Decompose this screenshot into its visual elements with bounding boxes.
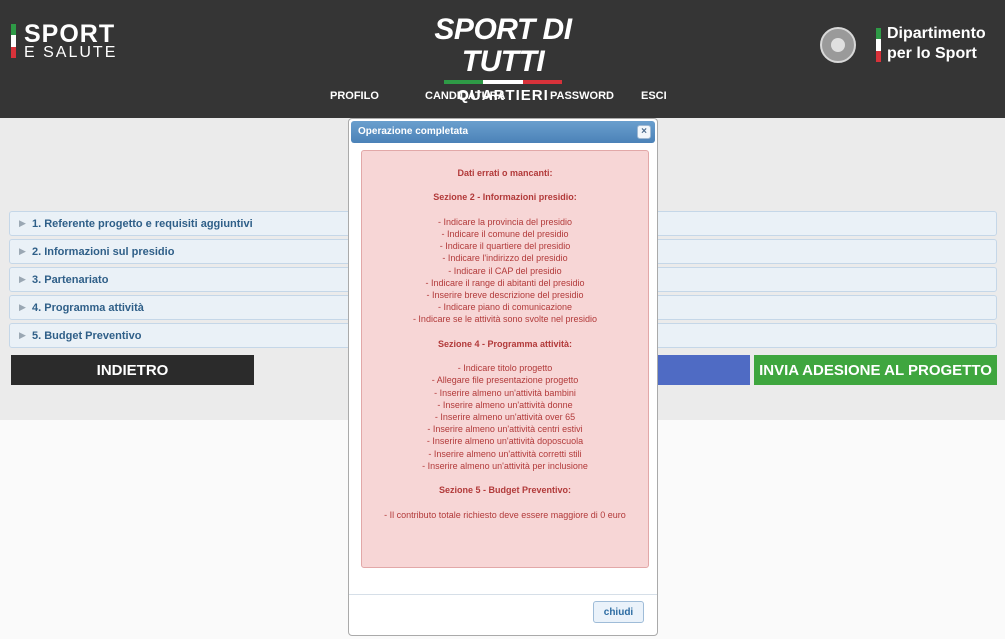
logo-right-line1: Dipartimento	[887, 25, 986, 42]
dipartimento-sport-logo[interactable]: Dipartimento per lo Sport	[818, 24, 1003, 68]
message-line: - Indicare titolo progetto	[457, 363, 553, 374]
logo-left-line1: SPORT	[24, 20, 116, 48]
message-line: - Inserire almeno un'attività per inclus…	[422, 460, 588, 471]
back-button[interactable]: INDIETRO	[11, 355, 254, 385]
sport-di-tutti-logo[interactable]: SPORT DI TUTTI QUARTIERI	[418, 13, 588, 105]
site-header: SPORT E SALUTE SPORT DI TUTTI QUARTIERI …	[0, 0, 1005, 118]
accordion-label: 3. Partenariato	[32, 274, 109, 286]
main-nav: PROFILO CANDIDATURA PASSWORD ESCI	[0, 90, 1005, 106]
message-line: - Indicare la provincia del presidio	[437, 216, 573, 227]
save-button[interactable]	[657, 355, 750, 385]
close-button[interactable]: chiudi	[593, 601, 644, 623]
chevron-right-icon: ▶	[19, 330, 26, 340]
message-line: - Inserire almeno un'attività over 65	[434, 412, 576, 422]
logo-right-line2: per lo Sport	[887, 45, 977, 62]
chevron-right-icon: ▶	[19, 302, 26, 312]
message-line: - Indicare l'indirizzo del presidio	[442, 253, 568, 264]
accordion-label: 1. Referente progetto e requisiti aggiun…	[32, 218, 253, 230]
message-line: - Indicare il quartiere del presidio	[439, 241, 571, 252]
message-line: - Inserire almeno un'attività doposcuola	[426, 436, 584, 447]
message-heading: Sezione 4 - Programma attività:	[437, 338, 573, 349]
nav-profilo[interactable]: PROFILO	[330, 90, 379, 102]
message-line: - Inserire breve descrizione del presidi…	[426, 290, 584, 300]
nav-esci[interactable]: ESCI	[641, 90, 667, 102]
message-heading: Sezione 2 - Informazioni presidio:	[433, 192, 577, 203]
dialog-title: Operazione completata	[358, 126, 469, 137]
message-line: - Inserire almeno un'attività corretti s…	[428, 448, 582, 459]
message-line: - Inserire almeno un'attività centri est…	[427, 424, 583, 435]
chevron-right-icon: ▶	[19, 274, 26, 284]
accordion-label: 4. Programma attività	[32, 302, 144, 314]
message-line: - Indicare il range di abitanti del pres…	[425, 277, 585, 288]
message-line: - Inserire almeno un'attività donne	[437, 399, 573, 410]
error-message-box: Dati errati o mancanti: Sezione 2 - Infor…	[361, 150, 649, 568]
dialog-divider	[349, 594, 657, 595]
flag-icon	[876, 28, 881, 62]
logo-center-title: SPORT DI TUTTI	[434, 13, 572, 78]
flag-icon	[11, 24, 16, 58]
result-dialog: Operazione completata × Dati errati o ma…	[348, 118, 658, 636]
chevron-right-icon: ▶	[19, 246, 26, 256]
message-heading: Dati errati o mancanti:	[457, 168, 553, 178]
message-line: - Inserire almeno un'attività bambini	[434, 387, 576, 398]
accordion-label: 5. Budget Preventivo	[32, 330, 142, 342]
close-icon[interactable]: ×	[637, 125, 651, 139]
dialog-titlebar[interactable]: Operazione completata ×	[351, 121, 655, 143]
accordion-label: 2. Informazioni sul presidio	[32, 246, 175, 258]
chevron-right-icon: ▶	[19, 218, 26, 228]
logo-right-text: Dipartimento per lo Sport	[887, 24, 986, 64]
nav-password[interactable]: PASSWORD	[550, 90, 614, 102]
message-line: - Indicare se le attività sono svolte ne…	[412, 314, 598, 325]
tricolor-stripe	[444, 80, 562, 84]
message-line: - Indicare il CAP del presidio	[448, 265, 562, 276]
message-heading: Sezione 5 - Budget Preventivo:	[438, 485, 572, 496]
message-line: - Indicare il comune del presidio	[441, 229, 569, 239]
message-line: - Il contributo totale richiesto deve es…	[384, 509, 626, 520]
message-line: - Allegare file presentazione progetto	[431, 375, 579, 386]
sport-e-salute-logo[interactable]: SPORT E SALUTE	[11, 22, 141, 62]
republic-seal-icon	[820, 27, 856, 63]
logo-left-line2: E SALUTE	[24, 44, 118, 61]
message-line: - Indicare piano di comunicazione	[437, 302, 573, 313]
submit-application-button[interactable]: INVIA ADESIONE AL PROGETTO	[754, 355, 997, 385]
nav-candidatura[interactable]: CANDIDATURA	[425, 90, 505, 102]
